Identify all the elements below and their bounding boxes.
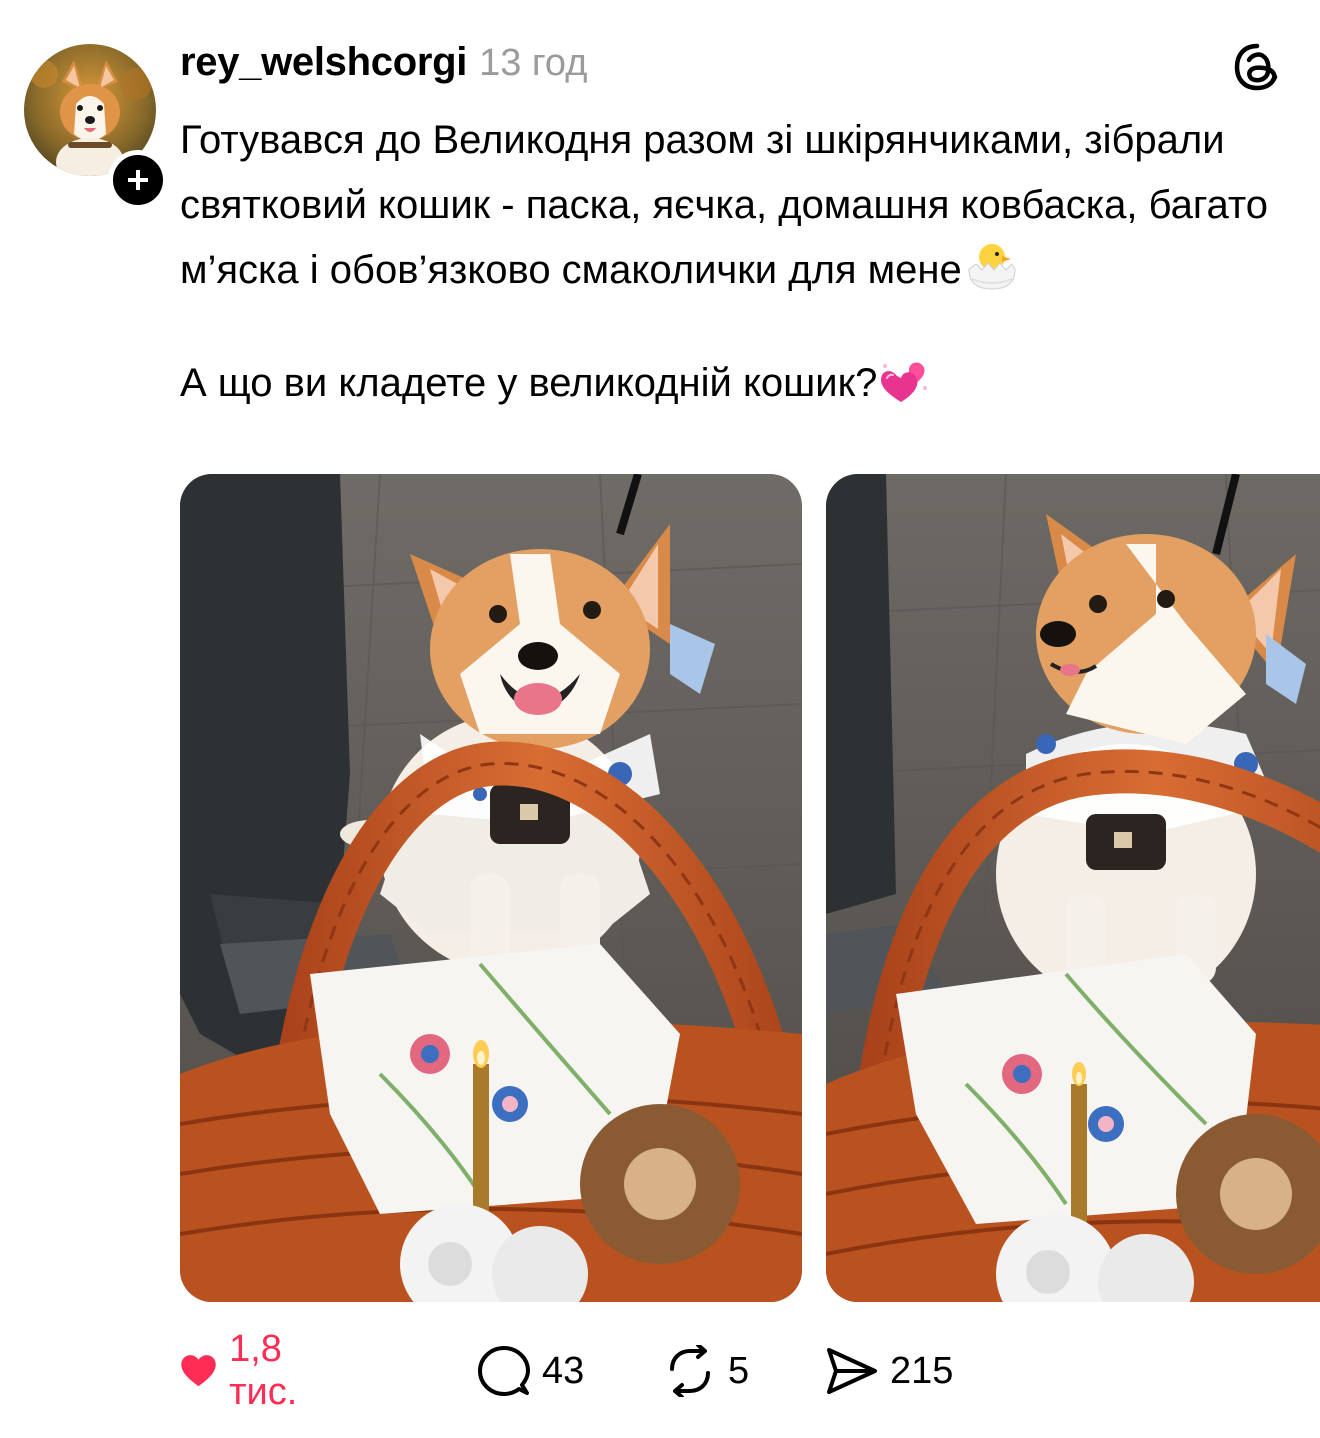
caption-text-2: А що ви кладете у великодній кошик? <box>180 361 878 405</box>
post-image-1[interactable] <box>180 474 802 1302</box>
plus-icon <box>128 170 148 190</box>
threads-icon[interactable] <box>1232 42 1282 92</box>
corgi-photo-2 <box>826 474 1320 1302</box>
post-caption: Готувався до Великодня разом зі шкірянчи… <box>180 108 1290 424</box>
media-carousel[interactable] <box>180 474 1320 1302</box>
repost-button[interactable]: 5 <box>664 1336 749 1406</box>
corgi-photo-1 <box>180 474 802 1302</box>
comment-button[interactable]: 43 <box>478 1336 584 1406</box>
repost-icon <box>670 1345 710 1397</box>
two-hearts-icon <box>879 358 929 424</box>
post-time: 13 год <box>479 42 588 84</box>
caption-paragraph-1: Готувався до Великодня разом зі шкірянчи… <box>180 108 1290 311</box>
like-count: 1,8 тис. <box>229 1328 298 1413</box>
comment-count: 43 <box>542 1349 585 1392</box>
hatching-chick-icon <box>964 239 1020 311</box>
share-count: 215 <box>890 1349 954 1392</box>
like-button[interactable]: 1,8 тис. <box>180 1328 316 1413</box>
repost-count: 5 <box>728 1349 750 1392</box>
comment-icon <box>478 1346 530 1396</box>
caption-text-1: Готувався до Великодня разом зі шкірянчи… <box>180 118 1269 292</box>
post-header: rey_welshcorgi 13 год <box>180 40 587 90</box>
heart-icon <box>181 1355 216 1387</box>
caption-paragraph-2: А що ви кладете у великодній кошик? <box>180 351 1290 424</box>
share-button[interactable]: 215 <box>826 1336 953 1406</box>
avatar-container[interactable] <box>24 44 168 210</box>
send-icon <box>827 1348 877 1394</box>
username[interactable]: rey_welshcorgi <box>180 40 467 85</box>
post-image-2[interactable] <box>826 474 1320 1302</box>
follow-button[interactable] <box>108 150 168 210</box>
